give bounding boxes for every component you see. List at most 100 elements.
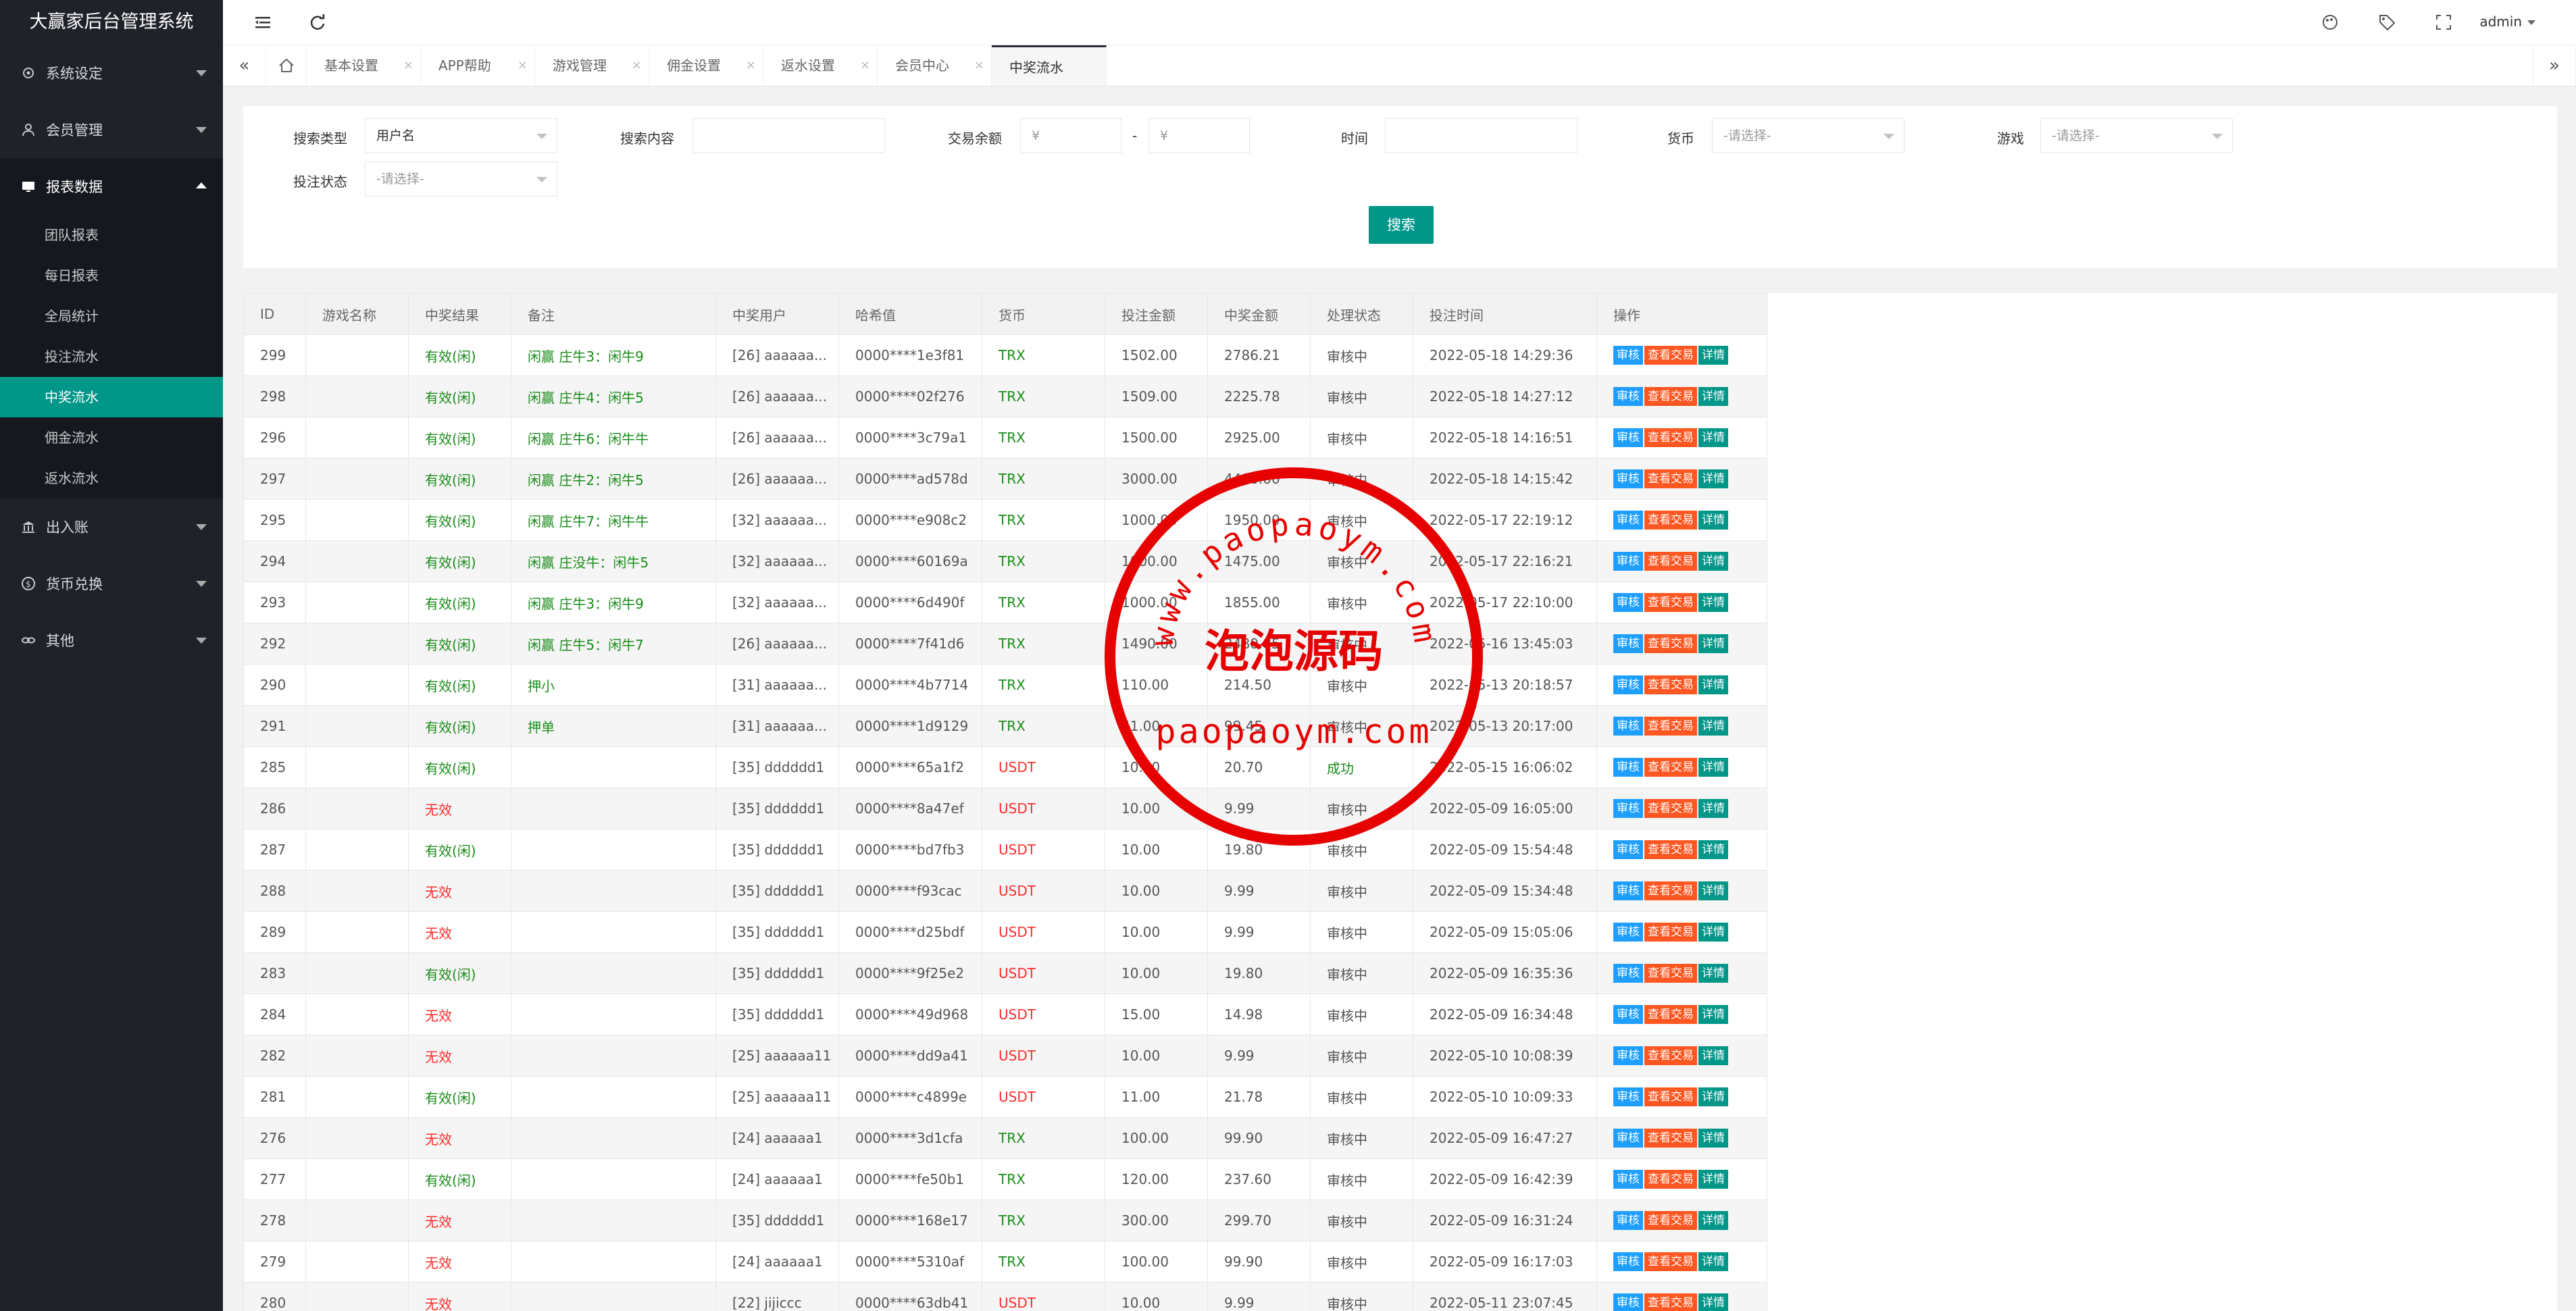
tab-basic-settings[interactable]: 基本设置 × bbox=[307, 45, 421, 86]
column-header[interactable]: 操作 bbox=[1596, 293, 1767, 335]
details-button[interactable]: 详情 bbox=[1698, 758, 1728, 777]
review-button[interactable]: 审核 bbox=[1613, 469, 1643, 488]
review-button[interactable]: 审核 bbox=[1613, 1005, 1643, 1024]
view-transaction-button[interactable]: 查看交易 bbox=[1644, 1005, 1697, 1024]
review-button[interactable]: 审核 bbox=[1613, 1170, 1643, 1189]
details-button[interactable]: 详情 bbox=[1698, 923, 1728, 942]
details-button[interactable]: 详情 bbox=[1698, 881, 1728, 900]
details-button[interactable]: 详情 bbox=[1698, 1293, 1728, 1311]
search-type-select[interactable]: 用户名 bbox=[365, 118, 557, 153]
view-transaction-button[interactable]: 查看交易 bbox=[1644, 717, 1697, 736]
view-transaction-button[interactable]: 查看交易 bbox=[1644, 675, 1697, 694]
column-header[interactable]: 哈希值 bbox=[838, 293, 982, 335]
details-button[interactable]: 详情 bbox=[1698, 799, 1728, 818]
details-button[interactable]: 详情 bbox=[1698, 1252, 1728, 1271]
details-button[interactable]: 详情 bbox=[1698, 840, 1728, 859]
view-transaction-button[interactable]: 查看交易 bbox=[1644, 428, 1697, 447]
review-button[interactable]: 审核 bbox=[1613, 964, 1643, 983]
review-button[interactable]: 审核 bbox=[1613, 1129, 1643, 1148]
view-transaction-button[interactable]: 查看交易 bbox=[1644, 1211, 1697, 1230]
view-transaction-button[interactable]: 查看交易 bbox=[1644, 840, 1697, 859]
review-button[interactable]: 审核 bbox=[1613, 1087, 1643, 1106]
review-button[interactable]: 审核 bbox=[1613, 387, 1643, 406]
view-transaction-button[interactable]: 查看交易 bbox=[1644, 1293, 1697, 1311]
column-header[interactable]: 中奖结果 bbox=[408, 293, 511, 335]
sidebar-item-commission-flow[interactable]: 佣金流水 bbox=[0, 417, 223, 458]
view-transaction-button[interactable]: 查看交易 bbox=[1644, 593, 1697, 612]
tab-commission-settings[interactable]: 佣金设置 × bbox=[649, 45, 763, 86]
view-transaction-button[interactable]: 查看交易 bbox=[1644, 387, 1697, 406]
column-header[interactable]: 中奖用户 bbox=[715, 293, 839, 335]
column-header[interactable]: 处理状态 bbox=[1310, 293, 1413, 335]
tabs-scroll-right-icon[interactable]: » bbox=[2533, 45, 2576, 86]
menu-currency-exchange[interactable]: $ 货币兑换 bbox=[0, 555, 223, 612]
review-button[interactable]: 审核 bbox=[1613, 881, 1643, 900]
time-input[interactable] bbox=[1385, 118, 1577, 153]
tab-game-management[interactable]: 游戏管理 × bbox=[535, 45, 649, 86]
details-button[interactable]: 详情 bbox=[1698, 1087, 1728, 1106]
view-transaction-button[interactable]: 查看交易 bbox=[1644, 511, 1697, 530]
details-button[interactable]: 详情 bbox=[1698, 511, 1728, 530]
details-button[interactable]: 详情 bbox=[1698, 469, 1728, 488]
view-transaction-button[interactable]: 查看交易 bbox=[1644, 923, 1697, 942]
details-button[interactable]: 详情 bbox=[1698, 593, 1728, 612]
view-transaction-button[interactable]: 查看交易 bbox=[1644, 799, 1697, 818]
column-header[interactable]: 游戏名称 bbox=[305, 293, 409, 335]
sidebar-item-global-stats[interactable]: 全局统计 bbox=[0, 296, 223, 336]
amount-max-input[interactable]: ¥ bbox=[1148, 118, 1250, 153]
review-button[interactable]: 审核 bbox=[1613, 428, 1643, 447]
review-button[interactable]: 审核 bbox=[1613, 675, 1643, 694]
details-button[interactable]: 详情 bbox=[1698, 1170, 1728, 1189]
review-button[interactable]: 审核 bbox=[1613, 799, 1643, 818]
review-button[interactable]: 审核 bbox=[1613, 346, 1643, 365]
column-header[interactable]: 中奖金额 bbox=[1207, 293, 1311, 335]
game-select[interactable]: -请选择- bbox=[2040, 118, 2233, 153]
sidebar-item-daily-report[interactable]: 每日报表 bbox=[0, 255, 223, 296]
details-button[interactable]: 详情 bbox=[1698, 346, 1728, 365]
details-button[interactable]: 详情 bbox=[1698, 964, 1728, 983]
column-header[interactable]: 货币 bbox=[982, 293, 1105, 335]
refresh-icon[interactable] bbox=[307, 12, 328, 32]
fullscreen-icon[interactable] bbox=[2433, 12, 2454, 32]
menu-other[interactable]: 其他 bbox=[0, 612, 223, 669]
view-transaction-button[interactable]: 查看交易 bbox=[1644, 1252, 1697, 1271]
tab-member-center[interactable]: 会员中心 × bbox=[878, 45, 992, 86]
review-button[interactable]: 审核 bbox=[1613, 1293, 1643, 1311]
details-button[interactable]: 详情 bbox=[1698, 1046, 1728, 1065]
details-button[interactable]: 详情 bbox=[1698, 717, 1728, 736]
menu-report-data[interactable]: 报表数据 bbox=[0, 158, 223, 215]
sidebar-item-team-report[interactable]: 团队报表 bbox=[0, 215, 223, 255]
review-button[interactable]: 审核 bbox=[1613, 593, 1643, 612]
search-button[interactable]: 搜索 bbox=[1369, 206, 1434, 244]
review-button[interactable]: 审核 bbox=[1613, 840, 1643, 859]
details-button[interactable]: 详情 bbox=[1698, 428, 1728, 447]
details-button[interactable]: 详情 bbox=[1698, 1005, 1728, 1024]
close-icon[interactable]: × bbox=[403, 45, 413, 86]
tab-home[interactable] bbox=[266, 45, 307, 86]
amount-min-input[interactable]: ¥ bbox=[1020, 118, 1121, 153]
details-button[interactable]: 详情 bbox=[1698, 1211, 1728, 1230]
details-button[interactable]: 详情 bbox=[1698, 634, 1728, 653]
view-transaction-button[interactable]: 查看交易 bbox=[1644, 1046, 1697, 1065]
sidebar-item-rebate-flow[interactable]: 返水流水 bbox=[0, 458, 223, 498]
view-transaction-button[interactable]: 查看交易 bbox=[1644, 964, 1697, 983]
review-button[interactable]: 审核 bbox=[1613, 758, 1643, 777]
sidebar-item-bet-flow[interactable]: 投注流水 bbox=[0, 336, 223, 377]
review-button[interactable]: 审核 bbox=[1613, 1252, 1643, 1271]
close-icon[interactable]: × bbox=[517, 45, 528, 86]
menu-member-management[interactable]: 会员管理 bbox=[0, 101, 223, 158]
details-button[interactable]: 详情 bbox=[1698, 552, 1728, 571]
view-transaction-button[interactable]: 查看交易 bbox=[1644, 881, 1697, 900]
menu-system-settings[interactable]: 系统设定 bbox=[0, 45, 223, 101]
search-content-input[interactable] bbox=[692, 118, 885, 153]
currency-select[interactable]: -请选择- bbox=[1712, 118, 1904, 153]
column-header[interactable]: 投注时间 bbox=[1413, 293, 1597, 335]
tab-app-help[interactable]: APP帮助 × bbox=[421, 45, 535, 86]
tab-win-flow[interactable]: 中奖流水 bbox=[992, 45, 1107, 86]
review-button[interactable]: 审核 bbox=[1613, 552, 1643, 571]
review-button[interactable]: 审核 bbox=[1613, 634, 1643, 653]
details-button[interactable]: 详情 bbox=[1698, 1129, 1728, 1148]
view-transaction-button[interactable]: 查看交易 bbox=[1644, 469, 1697, 488]
close-icon[interactable]: × bbox=[746, 45, 756, 86]
view-transaction-button[interactable]: 查看交易 bbox=[1644, 1129, 1697, 1148]
